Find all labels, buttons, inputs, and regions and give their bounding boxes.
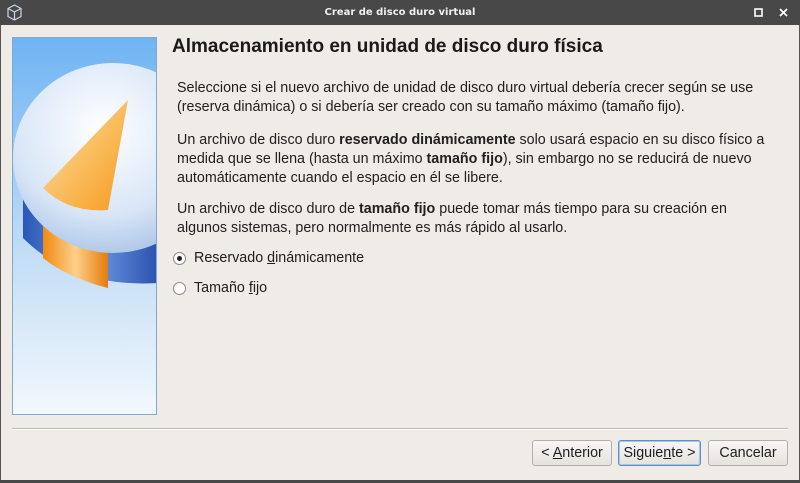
radio-dynamic-option[interactable]: Reservado dinámicamente	[173, 248, 364, 268]
minimize-icon[interactable]	[752, 6, 765, 19]
back-button[interactable]: < Anterior	[532, 440, 612, 466]
cancel-button[interactable]: Cancelar	[708, 440, 788, 466]
radio-label-fixed[interactable]: Tamaño fijo	[194, 280, 267, 296]
window-frame-left	[0, 25, 1, 483]
window-title: Crear de disco duro virtual	[324, 7, 476, 18]
radio-button-dynamic[interactable]	[173, 251, 186, 265]
next-button[interactable]: Siguiente >	[618, 440, 701, 466]
page-title: Almacenamiento en unidad de disco duro f…	[172, 36, 603, 57]
description-paragraph: Seleccione si el nuevo archivo de unidad…	[177, 80, 754, 115]
title-bar[interactable]: Crear de disco duro virtual	[0, 0, 800, 25]
wizard-side-image	[12, 37, 157, 415]
radio-label-dynamic[interactable]: Reservado dinámicamente	[194, 250, 364, 266]
radio-button-fixed[interactable]	[173, 281, 186, 295]
close-icon[interactable]	[777, 6, 790, 19]
dynamic-description-paragraph: Un archivo de disco duro reservado dinám…	[177, 132, 765, 186]
disk-illustration	[13, 38, 156, 414]
radio-fixed-option[interactable]: Tamaño fijo	[173, 278, 267, 298]
fixed-description-paragraph: Un archivo de disco duro de tamaño fijo …	[177, 201, 727, 236]
footer-separator	[12, 428, 788, 430]
